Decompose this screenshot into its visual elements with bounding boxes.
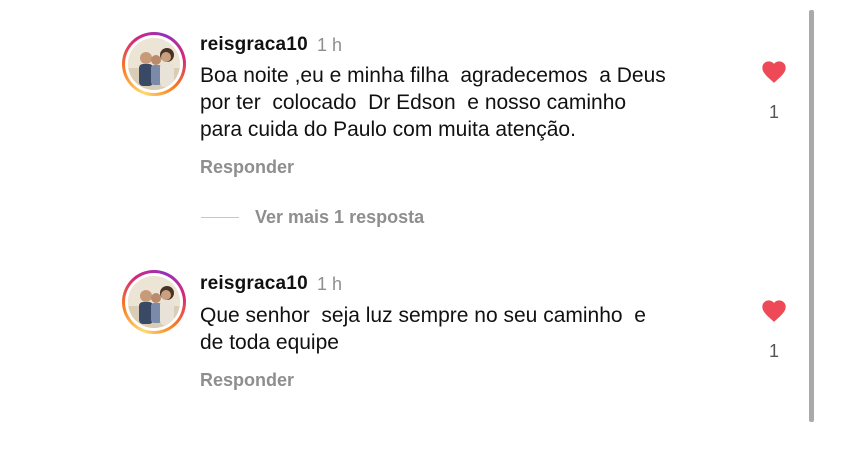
- reply-button[interactable]: Responder: [200, 157, 294, 178]
- comment-text: Que senhor seja luz sempre no seu caminh…: [200, 304, 646, 354]
- avatar-image: [128, 38, 180, 90]
- avatar-photo: [128, 38, 180, 90]
- view-more-replies-button[interactable]: Ver mais 1 resposta: [255, 207, 424, 228]
- comment-text: Boa noite ,eu e minha filha agradecemos …: [200, 64, 666, 141]
- like-button[interactable]: [760, 297, 788, 323]
- replies-divider: [201, 217, 239, 218]
- avatar[interactable]: [122, 32, 186, 96]
- comment-timestamp: 1 h: [317, 35, 343, 55]
- scrollbar[interactable]: [809, 10, 814, 422]
- like-count: 1: [768, 102, 779, 122]
- comment-username[interactable]: reisgraca10: [200, 273, 308, 295]
- like-count: 1: [768, 341, 779, 361]
- avatar-photo: [128, 276, 180, 328]
- heart-icon: [762, 300, 786, 322]
- reply-button[interactable]: Responder: [200, 370, 294, 391]
- comment-timestamp: 1 h: [317, 274, 343, 294]
- comments-panel: reisgraca10 1 h Boa noite ,eu e minha fi…: [0, 0, 865, 463]
- avatar[interactable]: [122, 270, 186, 334]
- heart-icon: [762, 61, 786, 83]
- avatar-image: [128, 276, 180, 328]
- like-button[interactable]: [760, 58, 788, 84]
- comment-username[interactable]: reisgraca10: [200, 34, 308, 56]
